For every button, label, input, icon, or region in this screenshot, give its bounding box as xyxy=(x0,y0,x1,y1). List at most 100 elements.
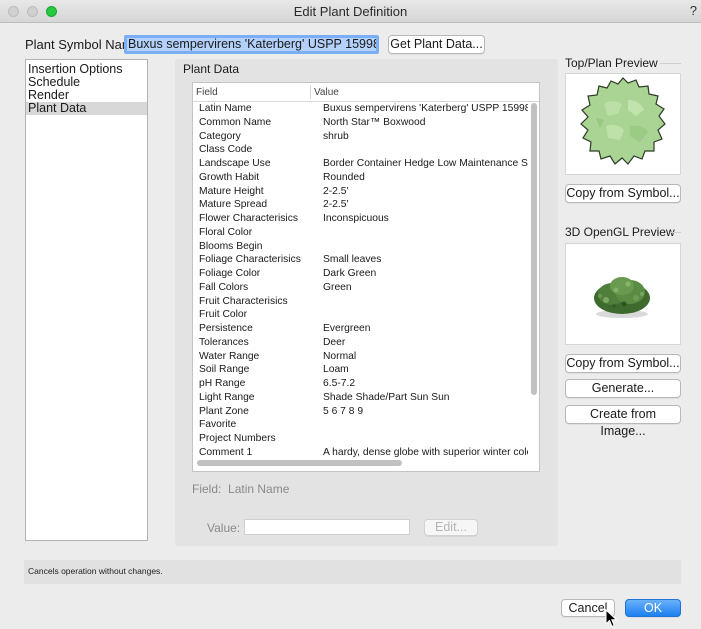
row-value: 6.5-7.2 xyxy=(323,378,356,389)
status-text: Cancels operation without changes. xyxy=(28,566,163,576)
table-row[interactable]: Category shrub xyxy=(193,130,530,144)
top-plan-preview xyxy=(565,73,681,175)
row-field: Fruit Color xyxy=(199,309,248,321)
table-row[interactable]: pH Range 6.5-7.2 xyxy=(193,377,530,391)
window-title: Edit Plant Definition xyxy=(293,4,408,19)
table-row[interactable]: Growth Habit Rounded xyxy=(193,171,530,185)
row-value: Deer xyxy=(323,336,346,348)
edit-button[interactable]: Edit... xyxy=(424,519,478,536)
vertical-scrollbar[interactable] xyxy=(531,103,537,395)
row-value: Dark Green xyxy=(323,268,377,279)
section-divider xyxy=(670,232,681,233)
table-row[interactable]: Fruit Color xyxy=(193,308,530,322)
table-row[interactable]: Foliage Characterisics Small leaves xyxy=(193,253,530,267)
row-field: Favorite xyxy=(199,419,237,431)
plant-symbol-icon xyxy=(580,77,666,165)
table-row[interactable]: Soil Range Loam xyxy=(193,363,530,377)
row-value: shrub xyxy=(323,130,349,142)
row-field: Fruit Characterisics xyxy=(199,295,288,307)
table-row[interactable]: Landscape Use Border Container Hedge Low … xyxy=(193,157,530,171)
opengl-preview xyxy=(565,243,681,345)
row-field: Persistence xyxy=(199,323,253,334)
table-body: Latin Name Buxus sempervirens 'Katerberg'… xyxy=(193,102,530,460)
table-row[interactable]: Water Range Normal xyxy=(193,350,530,364)
row-field: Soil Range xyxy=(199,364,250,376)
row-field: Comment 1 xyxy=(199,446,253,458)
row-field: Light Range xyxy=(199,391,255,403)
row-value: Small leaves xyxy=(323,254,382,266)
horizontal-scrollbar[interactable] xyxy=(197,460,402,466)
value-input[interactable] xyxy=(244,519,410,535)
column-header-value[interactable]: Value xyxy=(314,87,339,98)
row-value: A hardy, dense globe with superior winte… xyxy=(323,446,528,458)
table-row[interactable]: Fall Colors Green xyxy=(193,281,530,295)
row-value: Normal xyxy=(323,350,357,362)
symbol-name-input[interactable]: Buxus sempervirens 'Katerberg' USPP 1599… xyxy=(124,35,379,54)
table-row[interactable]: Flower Characterisics Inconspicuous xyxy=(193,212,530,226)
table-row[interactable]: Class Code xyxy=(193,143,530,157)
row-field: Fall Colors xyxy=(199,281,249,293)
table-row[interactable]: Common Name North Star™ Boxwood xyxy=(193,116,530,130)
ok-button[interactable]: OK xyxy=(625,599,681,617)
row-value: Buxus sempervirens 'Katerberg' USPP 1599… xyxy=(323,103,528,114)
row-field: Common Name xyxy=(199,116,272,128)
opengl-preview-title: 3D OpenGL Preview xyxy=(565,225,675,239)
table-row[interactable]: Plant Zone 5 6 7 8 9 xyxy=(193,405,530,419)
section-divider xyxy=(660,63,681,64)
table-row[interactable]: Fruit Characterisics xyxy=(193,295,530,309)
table-row[interactable]: Persistence Evergreen xyxy=(193,322,530,336)
table-row[interactable]: Project Numbers xyxy=(193,432,530,446)
row-field: Tolerances xyxy=(199,336,249,348)
row-value: Green xyxy=(323,281,352,293)
row-value: North Star™ Boxwood xyxy=(323,116,426,128)
table-row[interactable]: Mature Spread 2-2.5' xyxy=(193,198,530,212)
table-row[interactable]: Comment 1 A hardy, dense globe with super… xyxy=(193,446,530,460)
sidebar-item-plant-data[interactable]: Plant Data xyxy=(26,102,147,115)
row-value: 5 6 7 8 9 xyxy=(323,405,364,417)
row-field: Flower Characterisics xyxy=(199,213,298,224)
generate-button[interactable]: Generate... xyxy=(565,379,681,398)
copy-from-symbol-3d-button[interactable]: Copy from Symbol... xyxy=(565,354,681,373)
table-row[interactable]: Blooms Begin xyxy=(193,240,530,254)
row-value: Rounded xyxy=(323,171,365,183)
field-label: Field: xyxy=(192,482,222,496)
table-row[interactable]: Latin Name Buxus sempervirens 'Katerberg'… xyxy=(193,102,530,116)
table-row[interactable]: Light Range Shade Shade/Part Sun Sun xyxy=(193,391,530,405)
row-field: Floral Color xyxy=(199,226,253,238)
plant-data-table[interactable]: Field Value Latin Name Buxus sempervirens… xyxy=(192,82,540,472)
field-name: Latin Name xyxy=(228,482,290,496)
row-field: Water Range xyxy=(199,350,260,362)
column-header-field[interactable]: Field xyxy=(196,87,218,98)
row-field: pH Range xyxy=(199,378,246,389)
row-value: Inconspicuous xyxy=(323,213,389,224)
row-value: Shade Shade/Part Sun Sun xyxy=(323,391,450,403)
help-icon[interactable]: ? xyxy=(690,3,697,18)
table-row[interactable]: Mature Height 2-2.5' xyxy=(193,185,530,199)
row-field: Plant Zone xyxy=(199,405,249,417)
table-row[interactable]: Foliage Color Dark Green xyxy=(193,267,530,281)
table-row[interactable]: Favorite xyxy=(193,418,530,432)
column-divider[interactable] xyxy=(310,85,311,99)
get-plant-data-button[interactable]: Get Plant Data... xyxy=(388,35,485,54)
row-field: Latin Name xyxy=(199,103,252,114)
row-value: Border Container Hedge Low Maintenance S… xyxy=(323,158,528,169)
table-row[interactable]: Floral Color xyxy=(193,226,530,240)
create-from-image-button[interactable]: Create from Image... xyxy=(565,405,681,438)
row-field: Mature Height xyxy=(199,185,264,197)
selected-field-display: Field: Latin Name xyxy=(192,482,289,496)
plant-data-title: Plant Data xyxy=(183,62,240,76)
row-value: 2-2.5' xyxy=(323,185,349,197)
row-field: Project Numbers xyxy=(199,433,276,444)
shrub-image-icon xyxy=(594,277,650,318)
copy-from-symbol-top-button[interactable]: Copy from Symbol... xyxy=(565,184,681,203)
row-field: Blooms Begin xyxy=(199,240,263,252)
table-header: Field Value xyxy=(193,83,539,102)
row-field: Foliage Characterisics xyxy=(199,254,301,266)
category-list[interactable]: Insertion Options Schedule Render Plant … xyxy=(25,59,148,541)
table-row[interactable]: Tolerances Deer xyxy=(193,336,530,350)
row-field: Category xyxy=(199,130,241,142)
value-label: Value: xyxy=(207,521,241,535)
row-value: 2-2.5' xyxy=(323,199,349,211)
row-field: Landscape Use xyxy=(199,158,271,169)
row-field: Growth Habit xyxy=(199,171,260,183)
